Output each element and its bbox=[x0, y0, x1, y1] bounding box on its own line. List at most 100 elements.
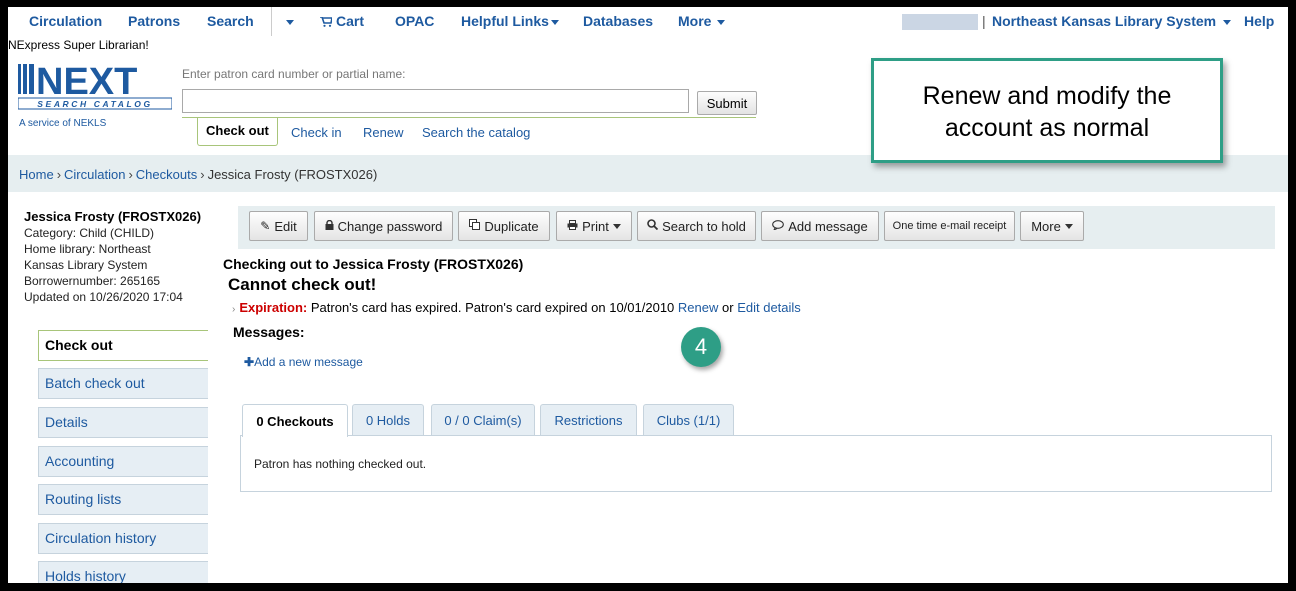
logo-subtitle: SEARCH CATALOG bbox=[37, 99, 152, 109]
logged-in-user-redacted[interactable] bbox=[902, 14, 978, 30]
cart-icon bbox=[320, 17, 332, 27]
expiration-text: Patron's card has expired. Patron's card… bbox=[310, 300, 675, 315]
user-greeting: NExpress Super Librarian! bbox=[8, 38, 149, 52]
nav-databases[interactable]: Databases bbox=[583, 13, 653, 29]
search-icon bbox=[647, 219, 659, 233]
breadcrumb-separator: › bbox=[128, 167, 133, 182]
caret-down-icon bbox=[550, 19, 559, 25]
tab-search-catalog[interactable]: Search the catalog bbox=[422, 125, 530, 140]
breadcrumb: Home › Circulation › Checkouts › Jessica Frost… bbox=[19, 167, 377, 182]
nav-cart[interactable]: Cart bbox=[320, 13, 364, 29]
step-number-badge: 4 bbox=[681, 327, 721, 367]
expiration-warning: › Expiration: Patron's card has expired. … bbox=[232, 300, 801, 315]
top-navbar: Circulation Patrons Search Cart OPAC Hel… bbox=[8, 7, 1288, 37]
tab-restrictions[interactable]: Restrictions bbox=[540, 404, 637, 436]
add-message-label: Add message bbox=[788, 218, 868, 234]
tab-check-in[interactable]: Check in bbox=[291, 125, 342, 140]
nav-more[interactable]: More bbox=[678, 13, 726, 29]
add-message-button[interactable]: Add message bbox=[761, 211, 879, 241]
app-frame: Circulation Patrons Search Cart OPAC Hel… bbox=[8, 7, 1288, 583]
nav-search-dropdown[interactable] bbox=[282, 13, 294, 29]
nav-help[interactable]: Help bbox=[1244, 13, 1274, 29]
change-password-button[interactable]: Change password bbox=[314, 211, 453, 241]
breadcrumb-separator: › bbox=[56, 167, 62, 182]
change-password-label: Change password bbox=[337, 218, 443, 234]
patron-search-submit-button[interactable]: Submit bbox=[697, 91, 757, 115]
breadcrumb-circulation[interactable]: Circulation bbox=[64, 167, 125, 182]
breadcrumb-checkouts[interactable]: Checkouts bbox=[136, 167, 197, 182]
messages-heading: Messages: bbox=[233, 324, 305, 340]
add-new-message-link[interactable]: ✚Add a new message bbox=[244, 355, 363, 369]
breadcrumb-home[interactable]: Home bbox=[19, 167, 54, 182]
sidebar-item-check-out[interactable]: Check out bbox=[38, 330, 208, 361]
caret-down-icon bbox=[1064, 223, 1073, 229]
callout-line-2: account as normal bbox=[944, 114, 1150, 142]
next-search-catalog-logo[interactable]: NEXT SEARCH CATALOG bbox=[18, 60, 172, 112]
nav-separator: | bbox=[982, 13, 986, 29]
nav-library-select[interactable]: Northeast Kansas Library System bbox=[992, 13, 1232, 29]
no-checkouts-message: Patron has nothing checked out. bbox=[254, 457, 427, 471]
checking-out-title: Checking out to Jessica Frosty (FROSTX02… bbox=[223, 256, 524, 272]
tab-checkouts[interactable]: 0 Checkouts bbox=[242, 404, 348, 437]
patron-info: Jessica Frosty (FROSTX026) Category: Chi… bbox=[24, 209, 204, 305]
more-button-label: More bbox=[1031, 218, 1061, 234]
cannot-check-out-heading: Cannot check out! bbox=[228, 275, 377, 294]
caret-down-icon bbox=[1223, 19, 1232, 25]
renew-link[interactable]: Renew bbox=[678, 300, 718, 315]
nav-helpful-links[interactable]: Helpful Links bbox=[461, 13, 559, 29]
breadcrumb-current: Jessica Frosty (FROSTX026) bbox=[207, 167, 378, 182]
checkouts-tab-panel: Patron has nothing checked out. bbox=[240, 435, 1272, 492]
patron-toolbar: ✎ Edit Change password Duplicate Print Se… bbox=[238, 206, 1275, 249]
nav-circulation[interactable]: Circulation bbox=[29, 13, 102, 29]
sidebar-item-routing-lists[interactable]: Routing lists bbox=[38, 484, 208, 515]
nav-patrons[interactable]: Patrons bbox=[128, 13, 180, 29]
patron-updated: Updated on 10/26/2020 17:04 bbox=[24, 290, 183, 304]
duplicate-label: Duplicate bbox=[484, 218, 539, 234]
plus-icon: ✚ bbox=[244, 355, 255, 369]
edit-button-label: Edit bbox=[274, 218, 297, 234]
tab-renew[interactable]: Renew bbox=[363, 125, 403, 140]
logo-word: NEXT bbox=[36, 61, 137, 103]
patron-category: Category: Child (CHILD) bbox=[24, 226, 155, 240]
caret-down-icon bbox=[717, 19, 726, 25]
nav-more-label: More bbox=[678, 13, 712, 29]
copy-icon bbox=[469, 219, 481, 233]
caret-down-icon bbox=[286, 19, 294, 25]
callout-line-1: Renew and modify the bbox=[922, 82, 1172, 110]
tab-claims[interactable]: 0 / 0 Claim(s) bbox=[431, 404, 535, 436]
more-button[interactable]: More bbox=[1020, 211, 1084, 241]
sidebar-item-holds-history[interactable]: Holds history bbox=[38, 561, 208, 583]
nav-divider bbox=[271, 7, 272, 36]
caret-down-icon bbox=[612, 223, 621, 229]
sidebar-item-details[interactable]: Details bbox=[38, 407, 208, 438]
search-to-hold-button[interactable]: Search to hold bbox=[637, 211, 756, 241]
nav-search[interactable]: Search bbox=[207, 13, 254, 29]
patron-home-library-line1: Home library: Northeast bbox=[24, 242, 151, 256]
or-text: or bbox=[722, 300, 734, 315]
one-time-email-receipt-button[interactable]: One time e-mail receipt bbox=[884, 211, 1015, 241]
patron-search-hint: Enter patron card number or partial name… bbox=[182, 67, 406, 81]
edit-button[interactable]: ✎ Edit bbox=[249, 211, 308, 241]
tab-check-out[interactable]: Check out bbox=[197, 118, 278, 146]
print-label: Print bbox=[582, 218, 609, 234]
tab-clubs[interactable]: Clubs (1/1) bbox=[643, 404, 734, 436]
patron-search-input[interactable] bbox=[182, 89, 689, 113]
chevron-right-icon: › bbox=[232, 304, 236, 315]
patron-borrowernumber: Borrowernumber: 265165 bbox=[24, 274, 161, 288]
patron-name: Jessica Frosty (FROSTX026) bbox=[24, 209, 202, 224]
sidebar-item-circulation-history[interactable]: Circulation history bbox=[38, 523, 208, 554]
print-button[interactable]: Print bbox=[556, 211, 632, 241]
duplicate-button[interactable]: Duplicate bbox=[458, 211, 550, 241]
sidebar-item-batch-check-out[interactable]: Batch check out bbox=[38, 368, 208, 399]
sidebar-item-accounting[interactable]: Accounting bbox=[38, 446, 208, 477]
instruction-callout: Renew and modify the account as normal bbox=[871, 58, 1223, 163]
expiration-label: Expiration: bbox=[239, 300, 308, 315]
printer-icon bbox=[567, 219, 578, 233]
nav-opac[interactable]: OPAC bbox=[395, 13, 434, 29]
edit-details-link[interactable]: Edit details bbox=[737, 300, 801, 315]
add-new-message-label: Add a new message bbox=[254, 355, 363, 369]
tab-holds[interactable]: 0 Holds bbox=[352, 404, 424, 436]
nav-helpful-links-label: Helpful Links bbox=[461, 13, 549, 29]
lock-icon bbox=[325, 219, 334, 233]
nav-cart-label: Cart bbox=[336, 13, 365, 29]
